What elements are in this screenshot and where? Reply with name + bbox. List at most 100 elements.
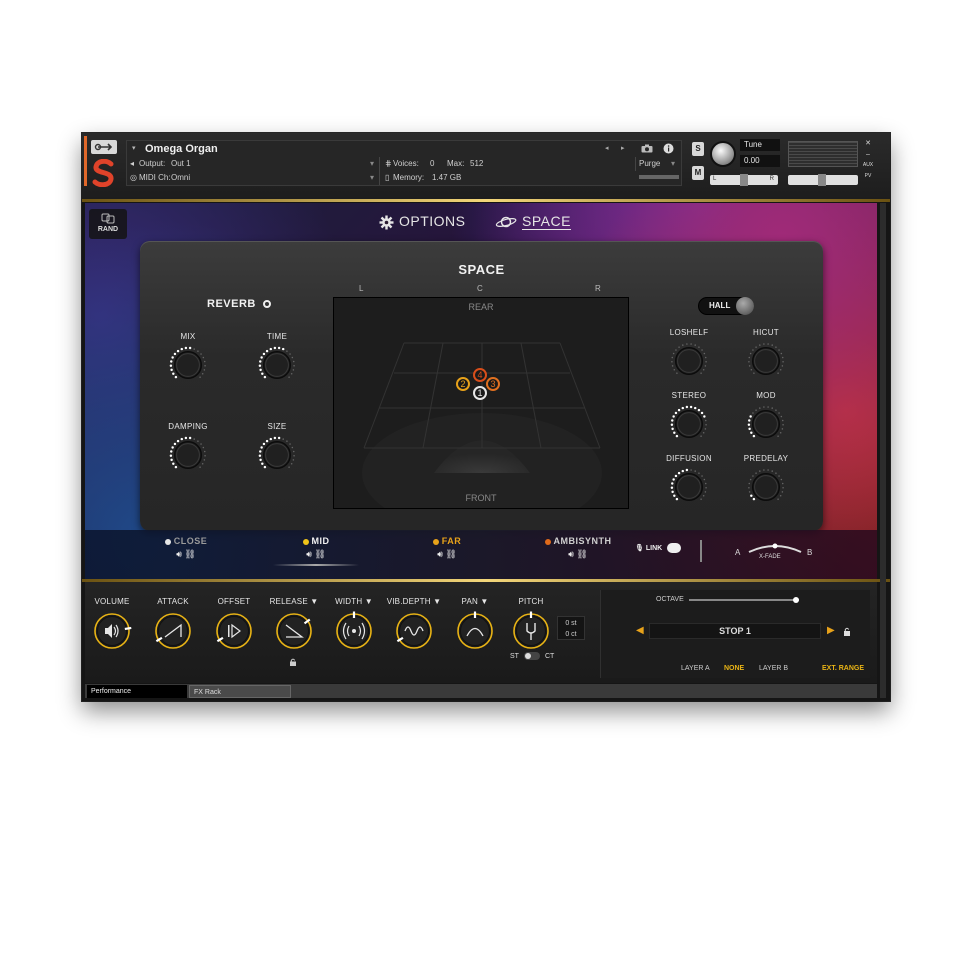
knob-scale-dot: [672, 478, 675, 481]
diffusion-knob[interactable]: [670, 468, 708, 506]
mic-far[interactable]: FAR 🔊︎ ⛓︎: [402, 536, 492, 560]
pan-handle[interactable]: [740, 174, 748, 186]
solo-button[interactable]: S: [692, 142, 704, 156]
purge-dropdown-icon[interactable]: ▾: [671, 157, 675, 171]
prev-stop-icon[interactable]: ◀: [636, 625, 644, 636]
size-knob[interactable]: [258, 436, 296, 474]
mod-knob[interactable]: [747, 405, 785, 443]
instrument-name[interactable]: Omega Organ: [145, 142, 218, 156]
purge-button[interactable]: Purge: [639, 157, 660, 171]
knob-scale-dot: [694, 470, 696, 472]
prev-instrument-icon[interactable]: ◂: [605, 142, 609, 156]
mic-marker-2[interactable]: 2: [456, 377, 470, 391]
pitch-readout[interactable]: 0 st 0 ct: [557, 616, 585, 640]
close-icon[interactable]: ✕: [862, 138, 874, 149]
volume-knob[interactable]: [92, 611, 132, 651]
vertical-scrollbar[interactable]: [880, 203, 886, 698]
mic-marker-1[interactable]: 1: [473, 386, 487, 400]
knob-scale-dot: [258, 364, 262, 367]
pan-label[interactable]: PAN ▼: [446, 596, 504, 608]
camera-icon[interactable]: [641, 144, 653, 158]
mic-marker-3[interactable]: 3: [486, 377, 500, 391]
max-voices-value[interactable]: 512: [470, 157, 483, 171]
knob-scale-dot: [277, 346, 281, 350]
st-ct-switch[interactable]: ST CT: [510, 652, 554, 660]
knob-scale-dot: [173, 442, 177, 446]
pv-button[interactable]: PV: [862, 171, 874, 182]
octave-slider[interactable]: [689, 597, 799, 603]
collapse-icon[interactable]: ▾: [132, 142, 136, 156]
pitch-knob[interactable]: [511, 611, 551, 651]
pitch-label: PITCH: [518, 597, 544, 606]
mic-marker-4[interactable]: 4: [473, 368, 487, 382]
tune-knob[interactable]: [710, 141, 736, 167]
pan-knob[interactable]: [455, 611, 495, 651]
wrench-icon[interactable]: [91, 140, 117, 154]
knob-scale-dot: [748, 486, 750, 489]
mic-close[interactable]: CLOSE 🔊︎ ⛓︎: [141, 536, 231, 560]
predelay-knob[interactable]: [747, 468, 785, 506]
minimize-icon[interactable]: –: [862, 149, 874, 160]
attack-knob[interactable]: [153, 611, 193, 651]
speaker-icon[interactable]: 🔊︎: [437, 549, 443, 559]
mic-ambisynth[interactable]: AMBISYNTH 🔊︎ ⛓︎: [533, 536, 623, 560]
hicut-knob[interactable]: [747, 342, 785, 380]
layer-b-label[interactable]: LAYER B: [759, 665, 788, 672]
next-instrument-icon[interactable]: ▸: [621, 142, 625, 156]
lock-icon[interactable]: [289, 658, 297, 666]
link-chain-icon[interactable]: ⛓︎: [184, 549, 195, 559]
release-knob[interactable]: [274, 611, 314, 651]
mute-button[interactable]: M: [692, 166, 704, 180]
tab-options[interactable]: OPTIONS: [379, 213, 466, 230]
volume-handle[interactable]: [818, 174, 826, 186]
midi-channel-select[interactable]: Omni: [171, 171, 190, 185]
xfade-control[interactable]: A X-FADE B: [735, 540, 815, 564]
microphone-icon: 🎙︎: [635, 544, 644, 552]
next-stop-icon[interactable]: ▶: [827, 625, 835, 636]
offset-knob[interactable]: [214, 611, 254, 651]
ext-range-button[interactable]: EXT. RANGE: [822, 665, 864, 672]
link-chain-icon[interactable]: ⛓︎: [314, 549, 325, 559]
damping-knob[interactable]: [169, 436, 207, 474]
mic-position-stage[interactable]: REAR FRONT 2 3 4 1: [333, 297, 629, 509]
tab-space[interactable]: SPACE: [495, 213, 571, 230]
width-knob[interactable]: [334, 611, 374, 651]
pan-slider[interactable]: L R: [710, 174, 778, 186]
lock-icon[interactable]: [843, 627, 851, 636]
aux-button[interactable]: AUX: [862, 160, 874, 171]
tab-performance[interactable]: Performance: [87, 685, 187, 698]
randomize-button[interactable]: RAND: [89, 209, 127, 239]
link-control[interactable]: 🎙︎ LINK: [635, 543, 682, 553]
knob-scale-dot: [259, 458, 262, 462]
output-dropdown-icon[interactable]: ▾: [370, 157, 374, 171]
mic-mid[interactable]: MID 🔊︎ ⛓︎: [271, 536, 361, 566]
stereo-knob[interactable]: [670, 405, 708, 443]
midi-dropdown-icon[interactable]: ▾: [370, 171, 374, 185]
octave-slider-handle[interactable]: [793, 597, 799, 603]
stop-selector[interactable]: STOP 1: [649, 623, 821, 639]
knob-scale-dot: [700, 372, 702, 374]
st-ct-toggle[interactable]: [523, 652, 540, 660]
mix-knob-group: MIX: [158, 331, 218, 391]
speaker-icon[interactable]: 🔊︎: [306, 549, 312, 559]
volume-slider[interactable]: [788, 174, 858, 186]
link-chain-icon[interactable]: ⛓︎: [576, 549, 587, 559]
link-chain-icon[interactable]: ⛓︎: [445, 549, 456, 559]
loshelf-knob[interactable]: [670, 342, 708, 380]
tune-value[interactable]: 0.00: [740, 155, 780, 167]
link-toggle[interactable]: [667, 543, 682, 553]
speaker-icon[interactable]: 🔊︎: [176, 549, 182, 559]
vib-depth-label[interactable]: VIB.DEPTH ▼: [385, 596, 443, 608]
output-select[interactable]: Out 1: [171, 157, 191, 171]
reverb-toggle[interactable]: [263, 300, 271, 308]
width-label[interactable]: WIDTH ▼: [325, 596, 383, 608]
speaker-icon[interactable]: 🔊︎: [568, 549, 574, 559]
hall-toggle[interactable]: HALL: [698, 297, 754, 315]
layer-a-select[interactable]: NONE: [724, 665, 744, 672]
mix-knob[interactable]: [169, 346, 207, 384]
knob-scale-dot: [203, 360, 206, 363]
vib-depth-knob[interactable]: [394, 611, 434, 651]
time-knob[interactable]: [258, 346, 296, 384]
tab-fx-rack[interactable]: FX Rack: [189, 685, 291, 698]
release-label[interactable]: RELEASE ▼: [265, 596, 323, 608]
